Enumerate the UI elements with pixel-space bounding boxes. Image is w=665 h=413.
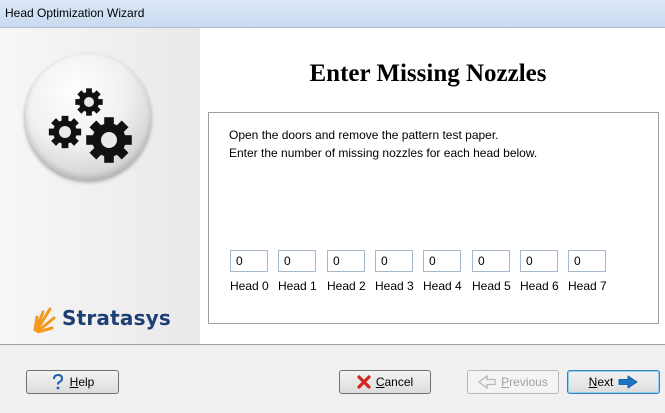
wizard-footer: Help Cancel Previous Next (0, 345, 665, 413)
help-label: elp (78, 375, 95, 389)
head-1-label: Head 1 (278, 279, 317, 293)
head-4-missing-nozzles-input[interactable] (423, 250, 461, 272)
left-arrow-icon (478, 375, 496, 389)
brand-name: Stratasys (62, 306, 172, 330)
page-title: Enter Missing Nozzles (309, 60, 547, 87)
cancel-button[interactable]: Cancel (339, 370, 431, 394)
head-2-missing-nozzles-input[interactable] (327, 250, 365, 272)
head-1-missing-nozzles-input[interactable] (278, 250, 316, 272)
instruction-line-1: Open the doors and remove the pattern te… (229, 128, 499, 142)
red-x-icon (357, 375, 371, 389)
head-4-label: Head 4 (423, 279, 462, 293)
head-0-missing-nozzles-input[interactable] (230, 250, 268, 272)
right-arrow-icon (618, 375, 639, 389)
previous-mnemonic: P (501, 375, 510, 389)
help-button[interactable]: Help (26, 370, 119, 394)
cancel-label: ancel (384, 375, 414, 389)
head-3-label: Head 3 (375, 279, 414, 293)
stratasys-logo: Stratasys (32, 301, 192, 335)
wizard-side-panel: Stratasys (0, 28, 200, 345)
head-6-label: Head 6 (520, 279, 559, 293)
gears-icon (25, 54, 151, 180)
next-label: ext (597, 375, 614, 389)
instruction-line-2: Enter the number of missing nozzles for … (229, 146, 538, 160)
head-6-missing-nozzles-input[interactable] (520, 250, 558, 272)
next-button[interactable]: Next (567, 370, 660, 394)
head-0-label: Head 0 (230, 279, 269, 293)
head-5-label: Head 5 (472, 279, 511, 293)
wizard-content: Enter Missing Nozzles Open the doors and… (200, 28, 665, 345)
window-title: Head Optimization Wizard (5, 6, 145, 20)
title-bar: Head Optimization Wizard (0, 0, 665, 28)
head-7-missing-nozzles-input[interactable] (568, 250, 606, 272)
burst-icon (33, 307, 56, 333)
question-icon (52, 374, 63, 390)
head-7-label: Head 7 (568, 279, 607, 293)
previous-label: revious (509, 375, 548, 389)
head-2-label: Head 2 (327, 279, 366, 293)
nozzle-group-box: Open the doors and remove the pattern te… (208, 112, 659, 324)
previous-button[interactable]: Previous (467, 370, 559, 394)
head-3-missing-nozzles-input[interactable] (375, 250, 413, 272)
head-5-missing-nozzles-input[interactable] (472, 250, 510, 272)
